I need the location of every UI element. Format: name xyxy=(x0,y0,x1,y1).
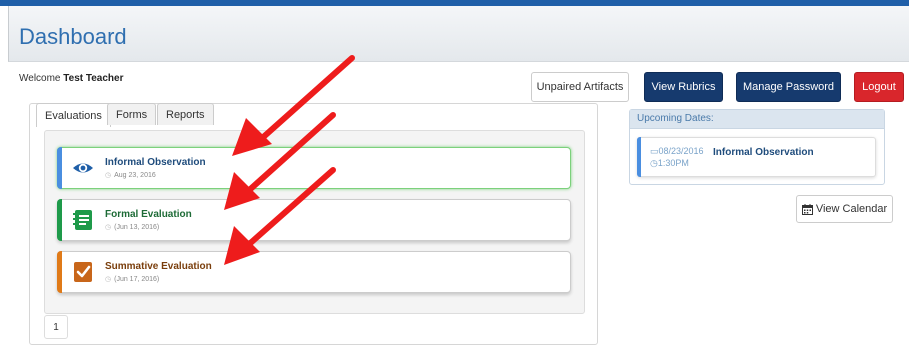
card-date-text: (Jun 13, 2016) xyxy=(114,224,160,231)
clock-icon: ◷ xyxy=(650,158,658,168)
page-title: Dashboard xyxy=(19,24,127,49)
view-calendar-label: View Calendar xyxy=(815,203,888,215)
page-header: Dashboard xyxy=(8,6,909,62)
calendar-icon xyxy=(801,203,813,215)
tab-forms[interactable]: Forms xyxy=(107,103,157,125)
card-title: Formal Evaluation xyxy=(105,209,192,220)
tab-evaluations[interactable]: Evaluations xyxy=(36,103,111,127)
welcome-text: Welcome Test Teacher xyxy=(19,73,124,84)
card-accent xyxy=(57,147,62,189)
event-title: Informal Observation xyxy=(713,147,814,158)
user-name: Test Teacher xyxy=(63,73,124,84)
clock-icon: ◷ xyxy=(105,276,112,283)
welcome-prefix: Welcome xyxy=(19,73,64,84)
eye-icon xyxy=(73,163,93,173)
event-time-text: 1:30PM xyxy=(657,158,689,168)
logout-button[interactable]: Logout xyxy=(854,72,904,102)
card-informal-observation[interactable]: Informal Observation ◷ Aug 23, 2016 xyxy=(57,147,571,189)
view-calendar-button[interactable]: View Calendar xyxy=(796,195,893,223)
event-date: ▭08/23/2016 xyxy=(650,146,704,157)
view-rubrics-button[interactable]: View Rubrics xyxy=(644,72,723,102)
event-date-text: 08/23/2016 xyxy=(658,146,704,156)
card-date-text: (Jun 17, 2016) xyxy=(114,276,160,283)
clock-icon: ◷ xyxy=(105,224,112,231)
card-date: ◷ (Jun 13, 2016) xyxy=(105,223,159,231)
card-formal-evaluation[interactable]: Formal Evaluation ◷ (Jun 13, 2016) xyxy=(57,199,571,241)
calendar-icon: ▭ xyxy=(650,146,659,156)
upcoming-dates-heading: Upcoming Dates: xyxy=(630,110,884,129)
card-date: ◷ Aug 23, 2016 xyxy=(105,171,156,179)
card-summative-evaluation[interactable]: Summative Evaluation ◷ (Jun 17, 2016) xyxy=(57,251,571,293)
manage-password-button[interactable]: Manage Password xyxy=(736,72,841,102)
notebook-icon xyxy=(73,210,92,230)
clock-icon: ◷ xyxy=(105,172,112,179)
event-time: ◷1:30PM xyxy=(650,158,689,169)
unpaired-artifacts-button[interactable]: Unpaired Artifacts xyxy=(531,72,629,102)
evaluation-list: Informal Observation ◷ Aug 23, 2016 Forma… xyxy=(44,130,585,314)
checkmark-book-icon xyxy=(74,262,92,282)
page-1-button[interactable]: 1 xyxy=(44,315,68,339)
card-title: Summative Evaluation xyxy=(105,261,212,272)
card-title: Informal Observation xyxy=(105,157,206,168)
card-accent xyxy=(57,251,62,293)
card-accent xyxy=(57,199,62,241)
tab-reports[interactable]: Reports xyxy=(157,103,214,125)
upcoming-dates-panel: Upcoming Dates: ▭08/23/2016 ◷1:30PM Info… xyxy=(629,109,885,185)
upcoming-event[interactable]: ▭08/23/2016 ◷1:30PM Informal Observation xyxy=(637,137,876,177)
event-accent xyxy=(637,137,641,177)
card-date: ◷ (Jun 17, 2016) xyxy=(105,275,159,283)
evaluations-panel: Evaluations Forms Reports Informal Obser… xyxy=(29,103,598,345)
card-date-text: Aug 23, 2016 xyxy=(114,172,156,179)
